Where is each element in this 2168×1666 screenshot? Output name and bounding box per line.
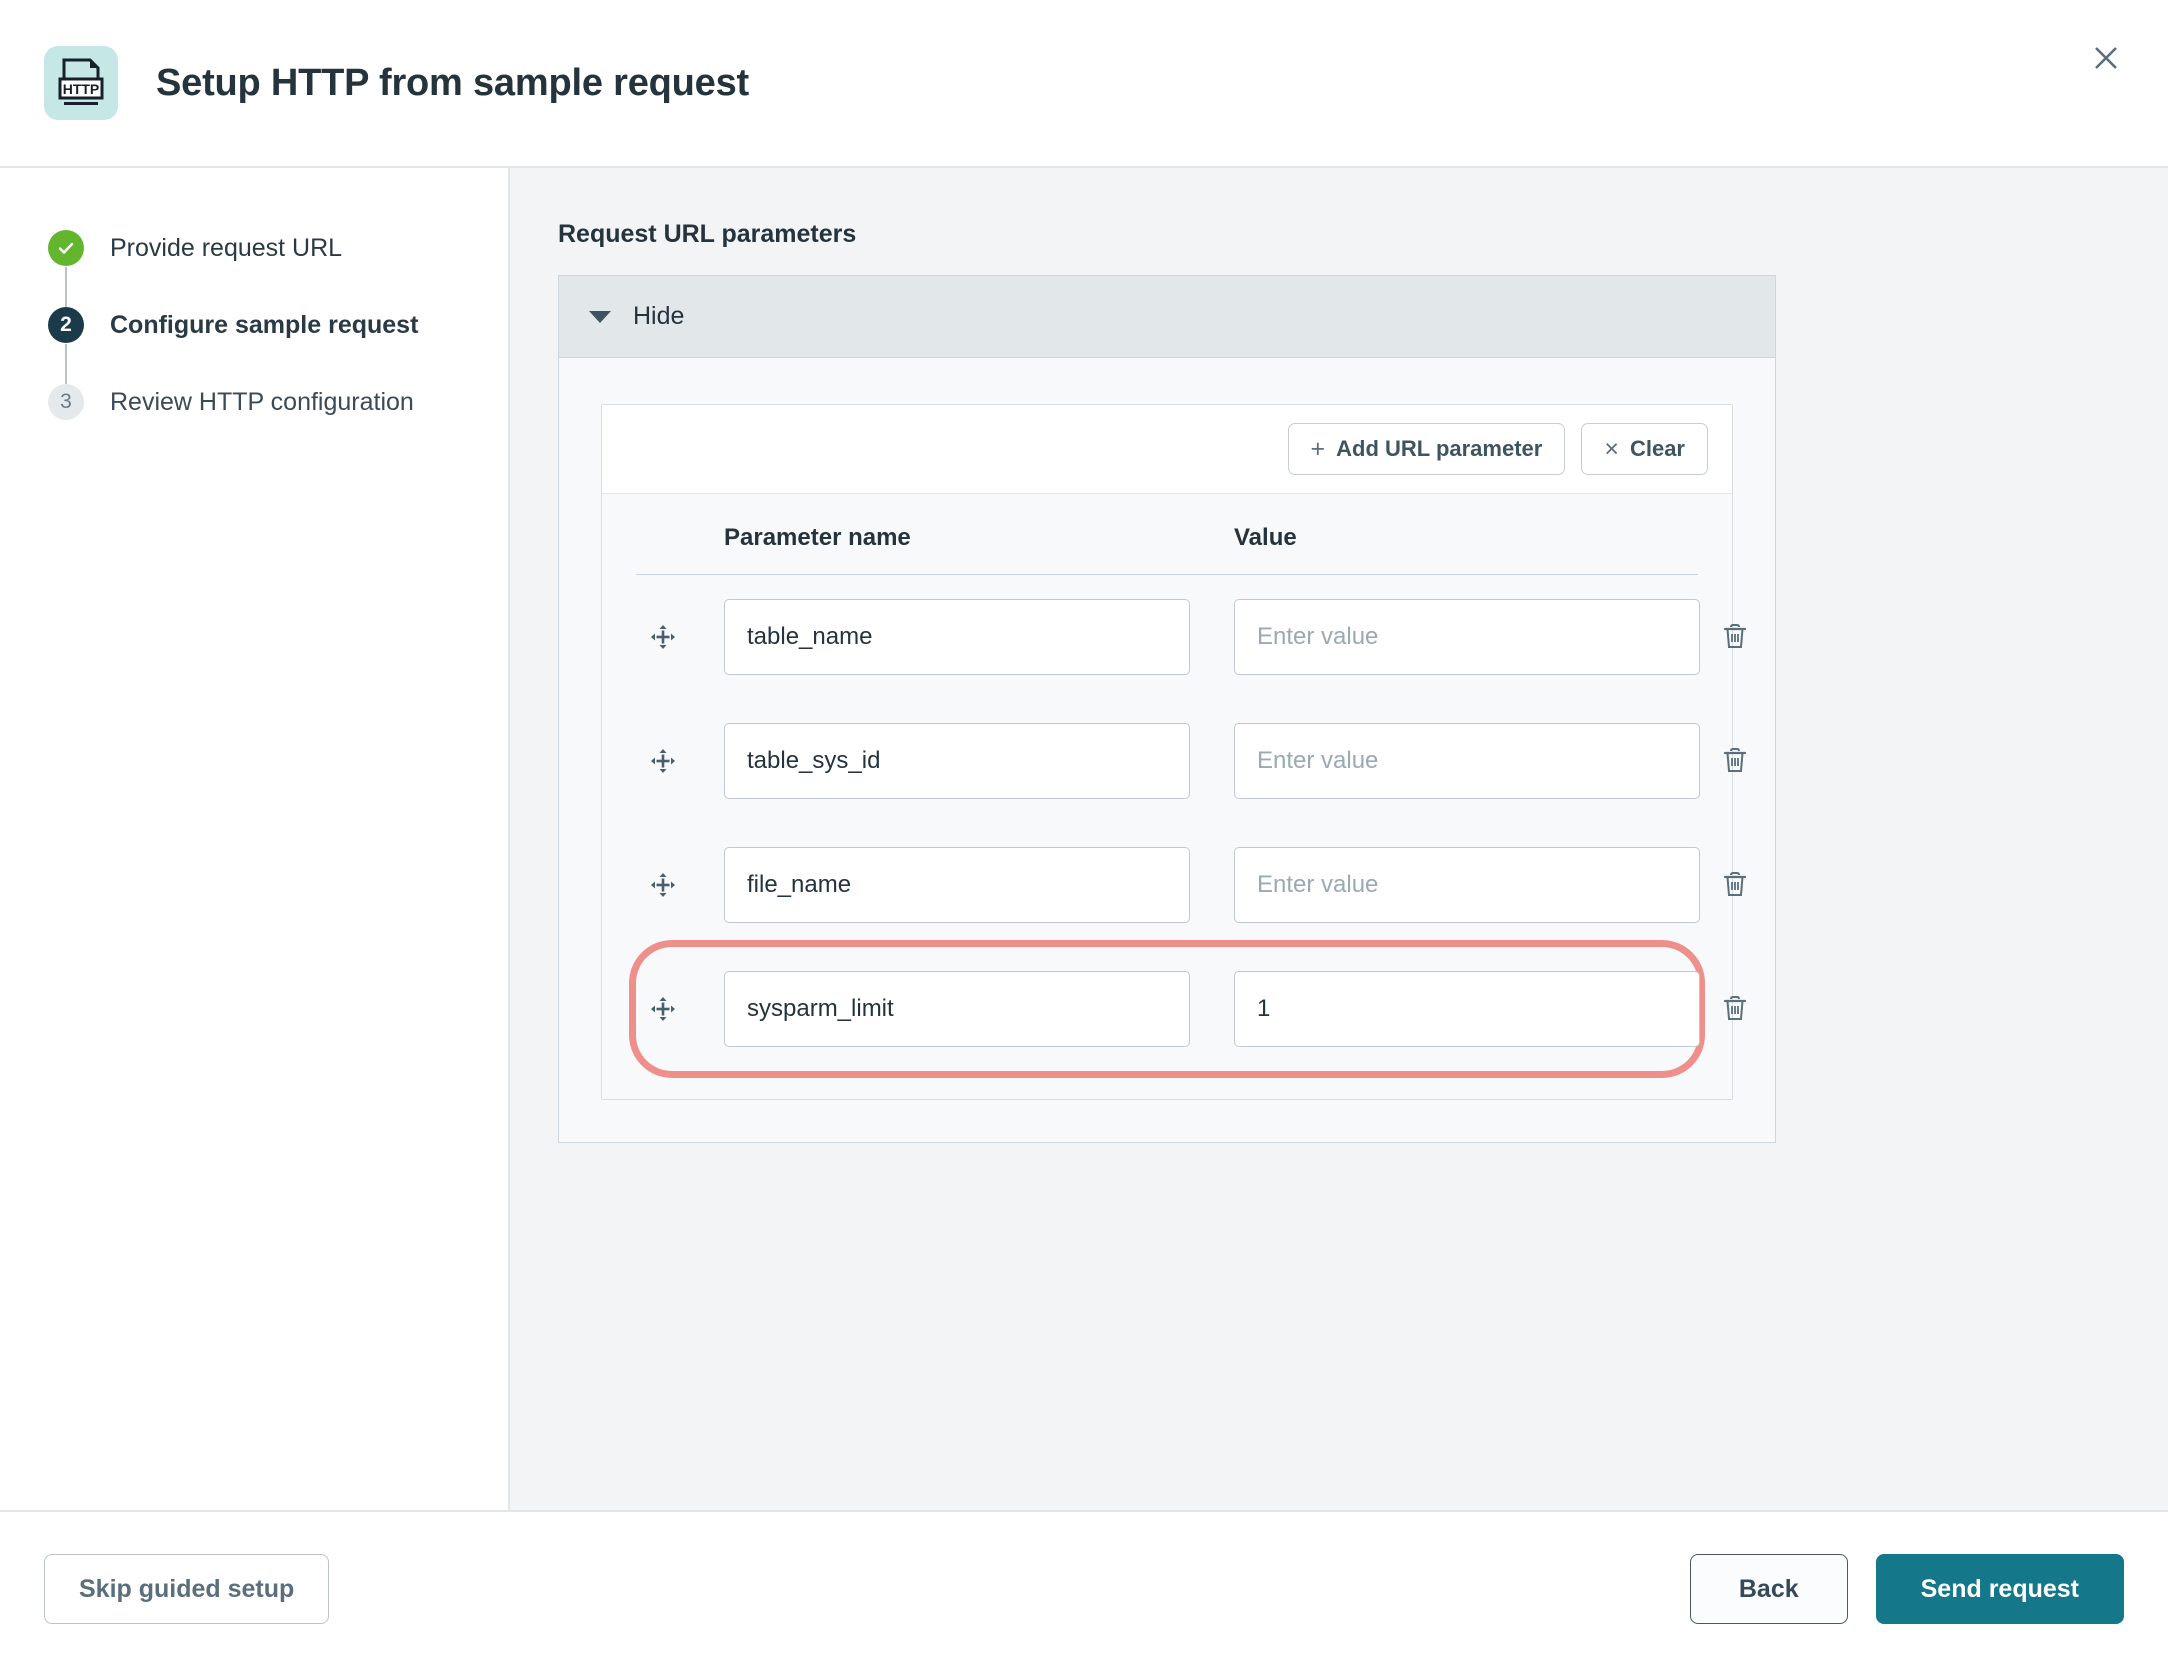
- parameter-name-cell: [690, 847, 1200, 923]
- parameter-name-cell: [690, 599, 1200, 675]
- main-content: Request URL parameters Hide + Add URL pa…: [510, 168, 2168, 1510]
- panel-toggle-label: Hide: [633, 302, 685, 330]
- column-header-parameter-name: Parameter name: [724, 524, 911, 551]
- drag-handle-icon[interactable]: [636, 624, 690, 650]
- parameter-value-cell: [1200, 599, 1700, 675]
- parameter-delete-cell: [1700, 974, 1770, 1044]
- add-url-parameter-label: Add URL parameter: [1336, 436, 1543, 461]
- section-title: Request URL parameters: [558, 220, 857, 248]
- step-marker-column-3: 3: [44, 384, 88, 420]
- step-label-2: Configure sample request: [110, 311, 419, 339]
- drag-handle-icon[interactable]: [636, 748, 690, 774]
- parameters-card: + Add URL parameter × Clear Parameter na…: [601, 404, 1747, 1100]
- add-url-parameter-button[interactable]: + Add URL parameter: [1287, 423, 1566, 475]
- close-icon[interactable]: [2082, 34, 2130, 82]
- drag-handle-icon[interactable]: [636, 996, 690, 1022]
- back-button[interactable]: Back: [1689, 1554, 1848, 1624]
- step-navigation: Provide request URL 2 Configure sample r…: [0, 168, 510, 1510]
- modal-header: HTTP Setup HTTP from sample request: [0, 0, 2168, 168]
- parameter-value-cell: [1200, 847, 1700, 923]
- parameter-name-cell: [690, 971, 1200, 1047]
- http-file-icon: HTTP: [44, 46, 118, 120]
- step-marker-column-1: [44, 230, 88, 307]
- skip-guided-setup-button[interactable]: Skip guided setup: [44, 1554, 330, 1624]
- column-header-value: Value: [1234, 524, 1297, 551]
- parameter-name-input[interactable]: [724, 599, 1190, 675]
- parameters-table: Parameter name Value: [602, 494, 1747, 1099]
- sidebar-item-configure-sample-request[interactable]: 2 Configure sample request: [44, 307, 508, 384]
- svg-text:HTTP: HTTP: [63, 81, 100, 97]
- panel-inner: + Add URL parameter × Clear Parameter na…: [559, 358, 1775, 1142]
- parameter-value-input[interactable]: [1234, 723, 1700, 799]
- clear-label: Clear: [1629, 436, 1685, 461]
- footer-actions: Back Send request: [1689, 1554, 2124, 1624]
- table-header-row: Parameter name Value: [636, 524, 1698, 575]
- step-label-3: Review HTTP configuration: [110, 388, 414, 416]
- parameter-value-cell: [1200, 971, 1700, 1047]
- request-url-parameters-panel: Hide + Add URL parameter × Clear Paramet…: [558, 275, 1776, 1143]
- setup-http-modal: HTTP Setup HTTP from sample request Prov…: [0, 0, 2168, 1666]
- step-number-badge-2: 2: [48, 307, 84, 343]
- step-status-complete-icon: [48, 230, 84, 266]
- sidebar-item-review-http-configuration[interactable]: 3 Review HTTP configuration: [44, 384, 508, 420]
- step-label-1: Provide request URL: [110, 234, 343, 262]
- parameter-name-cell: [690, 723, 1200, 799]
- sidebar-item-provide-request-url[interactable]: Provide request URL: [44, 230, 508, 307]
- send-request-button[interactable]: Send request: [1875, 1554, 2124, 1624]
- parameter-value-input[interactable]: [1234, 971, 1700, 1047]
- modal-body: Provide request URL 2 Configure sample r…: [0, 168, 2168, 1510]
- modal-footer: Skip guided setup Back Send request: [0, 1510, 2168, 1666]
- step-connector-2: [65, 344, 67, 384]
- page-title: Setup HTTP from sample request: [156, 61, 749, 104]
- trash-icon[interactable]: [1700, 602, 1770, 672]
- parameter-value-cell: [1200, 723, 1700, 799]
- table-row: [636, 699, 1747, 823]
- parameter-value-input[interactable]: [1234, 847, 1700, 923]
- step-marker-column-2: 2: [44, 307, 88, 384]
- table-body: [636, 575, 1747, 1071]
- parameter-delete-cell: [1700, 850, 1770, 920]
- table-row: [636, 947, 1747, 1071]
- parameter-value-input[interactable]: [1234, 599, 1700, 675]
- parameter-name-input[interactable]: [724, 847, 1190, 923]
- parameters-toolbar: + Add URL parameter × Clear: [602, 405, 1732, 494]
- close-x-icon: ×: [1604, 434, 1619, 463]
- parameter-name-input[interactable]: [724, 723, 1190, 799]
- table-row: [636, 575, 1747, 699]
- trash-icon[interactable]: [1700, 726, 1770, 796]
- trash-icon[interactable]: [1700, 974, 1770, 1044]
- panel-toggle-hide[interactable]: Hide: [559, 276, 1775, 358]
- step-number-badge-3: 3: [48, 384, 84, 420]
- parameter-name-input[interactable]: [724, 971, 1190, 1047]
- trash-icon[interactable]: [1700, 850, 1770, 920]
- parameter-delete-cell: [1700, 726, 1770, 796]
- chevron-down-icon: [589, 310, 611, 323]
- clear-button[interactable]: × Clear: [1581, 423, 1708, 475]
- drag-handle-icon[interactable]: [636, 872, 690, 898]
- parameter-delete-cell: [1700, 602, 1770, 672]
- table-row: [636, 823, 1747, 947]
- step-connector-1: [65, 267, 67, 307]
- plus-icon: +: [1310, 434, 1326, 463]
